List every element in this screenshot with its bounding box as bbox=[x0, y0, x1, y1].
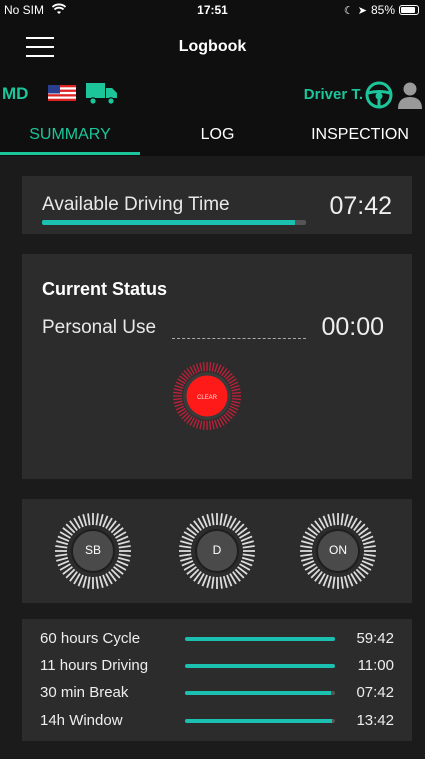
truck-icon bbox=[86, 83, 117, 105]
timer-row-driving: 11 hours Driving 11:00 bbox=[40, 654, 394, 678]
tab-log[interactable]: LOG bbox=[140, 126, 295, 144]
current-status-time: 00:00 bbox=[321, 313, 384, 341]
us-flag-icon bbox=[48, 85, 76, 101]
timer-row-break: 30 min Break 07:42 bbox=[40, 681, 394, 705]
available-driving-progress-fill bbox=[42, 220, 296, 225]
driving-label: D bbox=[212, 543, 222, 557]
timer-value: 13:42 bbox=[356, 712, 394, 729]
duty-status-card: SB D ON bbox=[22, 499, 412, 603]
hos-timers-card: 60 hours Cycle 59:42 11 hours Driving 11… bbox=[22, 619, 412, 741]
timer-value: 59:42 bbox=[356, 630, 394, 647]
timer-label: 14h Window bbox=[40, 712, 123, 729]
user-icon[interactable] bbox=[397, 81, 423, 109]
timer-row-window: 14h Window 13:42 bbox=[40, 709, 394, 733]
battery-percent: 85% bbox=[370, 3, 395, 17]
available-driving-label: Available Driving Time bbox=[42, 194, 230, 215]
state-code: MD bbox=[2, 84, 29, 103]
timer-progress bbox=[185, 719, 335, 723]
steering-wheel-icon[interactable] bbox=[365, 81, 393, 109]
driver-name[interactable]: Driver T. bbox=[304, 86, 363, 103]
status-bar: No SIM 17:51 ☾ ➤ 85% bbox=[0, 0, 425, 20]
tab-inspection[interactable]: INSPECTION bbox=[295, 126, 425, 144]
sleeper-berth-button[interactable]: SB bbox=[54, 512, 132, 590]
active-tab-indicator bbox=[0, 152, 140, 155]
timer-label: 30 min Break bbox=[40, 684, 129, 701]
on-duty-button[interactable]: ON bbox=[299, 512, 377, 590]
clear-button-label: CLEAR bbox=[197, 395, 218, 401]
driver-bar: MD Driver T. bbox=[0, 72, 425, 116]
tab-bar: SUMMARY LOG INSPECTION bbox=[0, 116, 425, 156]
battery-icon bbox=[399, 5, 419, 15]
timer-row-cycle: 60 hours Cycle 59:42 bbox=[40, 627, 394, 651]
available-driving-card: Available Driving Time 07:42 bbox=[22, 176, 412, 234]
timer-progress-fill bbox=[185, 691, 331, 695]
current-status-title: Current Status bbox=[42, 279, 168, 299]
timer-label: 11 hours Driving bbox=[40, 657, 149, 674]
timer-value: 11:00 bbox=[357, 657, 394, 674]
page-title: Logbook bbox=[178, 38, 247, 55]
sleeper-berth-label: SB bbox=[84, 543, 101, 557]
on-duty-label: ON bbox=[329, 543, 347, 557]
timer-progress bbox=[185, 664, 335, 668]
timer-progress bbox=[185, 637, 335, 641]
driving-button[interactable]: D bbox=[178, 512, 256, 590]
current-status-value: Personal Use bbox=[42, 317, 157, 338]
timer-progress-fill bbox=[185, 719, 332, 723]
timer-value: 07:42 bbox=[356, 684, 394, 701]
status-dashed-line bbox=[172, 338, 306, 339]
timer-progress-fill bbox=[185, 637, 335, 641]
available-driving-progress bbox=[42, 220, 306, 225]
nav-bar: Logbook bbox=[0, 20, 425, 72]
moon-icon: ☾ bbox=[343, 4, 354, 17]
location-arrow-icon: ➤ bbox=[357, 4, 367, 17]
timer-progress bbox=[185, 691, 335, 695]
timer-label: 60 hours Cycle bbox=[40, 630, 141, 647]
timer-progress-fill bbox=[185, 664, 335, 668]
current-status-card: Current Status Personal Use 00:00 CLEAR bbox=[22, 254, 412, 479]
available-driving-value: 07:42 bbox=[329, 192, 392, 220]
tab-summary[interactable]: SUMMARY bbox=[0, 126, 140, 144]
clear-button[interactable]: CLEAR bbox=[172, 361, 242, 431]
